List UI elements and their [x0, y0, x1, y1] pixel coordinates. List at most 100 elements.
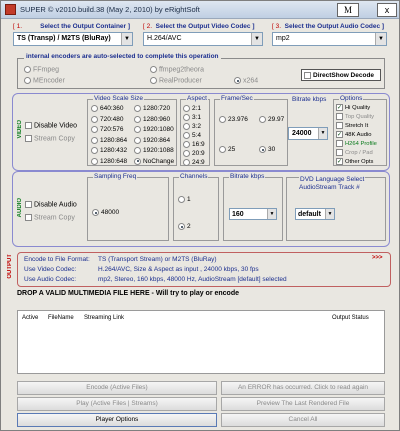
option-label: Top Quality [345, 114, 374, 121]
aspect-option[interactable]: 2:1 [183, 105, 201, 112]
aspect-label: 20:9 [192, 150, 205, 158]
scale-option[interactable]: 1920:1080 [134, 126, 174, 133]
preview-button[interactable]: Preview The Last Rendered File [221, 397, 385, 411]
aspect-option[interactable]: 5:4 [183, 132, 201, 139]
aspect-option[interactable]: 24:9 [183, 159, 205, 166]
audio-codec-value: mp2 [276, 35, 290, 42]
radio-icon [134, 136, 141, 144]
aspect-option[interactable]: 16:9 [183, 141, 205, 148]
column-output-status[interactable]: Output Status [332, 315, 369, 321]
column-filename[interactable]: FileName [48, 315, 74, 321]
option-48k-audio[interactable]: ✓ 48K Audio [336, 131, 371, 138]
column-streaming-link[interactable]: Streaming Link [84, 315, 124, 321]
scale-option[interactable]: 1280:720 [134, 105, 170, 112]
audio-bitrate-select[interactable]: 160 ▼ [229, 208, 277, 220]
scale-option[interactable]: 720:576 [91, 126, 124, 133]
option-h264-profile[interactable]: H264 Profile [336, 140, 377, 147]
directshow-decode-checkbox[interactable]: DirectShow Decode [301, 69, 381, 81]
scale-label: 1280:432 [100, 147, 128, 155]
channel-option[interactable]: 2 [178, 223, 191, 230]
m-button[interactable]: M [337, 3, 359, 17]
audio-track-select[interactable]: default ▼ [295, 208, 335, 220]
close-button[interactable]: x [377, 3, 397, 17]
option-other-opts[interactable]: ✓ Other Opts [336, 158, 373, 165]
scale-option[interactable]: 1280:432 [91, 147, 127, 154]
option-label: Other Opts [345, 159, 374, 166]
container-step-text: Select the Output Container ] [40, 23, 131, 30]
cancel-all-button[interactable]: Cancel All [221, 413, 385, 427]
video-scale-caption: Video Scale Size [93, 95, 145, 102]
chevron-down-icon[interactable]: ▼ [375, 33, 386, 45]
checkbox-icon [304, 72, 311, 79]
encode-button[interactable]: Encode (Active Files) [17, 381, 217, 395]
aspect-label: 2:1 [192, 105, 202, 113]
channel-option[interactable]: 1 [178, 196, 191, 203]
fps-label: 30 [268, 146, 276, 154]
scale-option[interactable]: 640:360 [91, 105, 124, 112]
container-select-value: TS (Transp) / M2TS (BluRay) [17, 35, 111, 42]
checkmark-icon: ✓ [336, 158, 343, 165]
scale-label: 1920:864 [143, 136, 171, 144]
container-select[interactable]: TS (Transp) / M2TS (BluRay) ▼ [13, 32, 133, 46]
disable-video-checkbox[interactable]: Disable Video [25, 122, 77, 129]
radio-icon [259, 116, 266, 123]
scale-label: 720:480 [100, 115, 124, 123]
option-stretch-it[interactable]: Stretch It [336, 122, 368, 129]
radio-icon [91, 136, 98, 144]
output-more-button[interactable]: >>> [372, 255, 383, 261]
scale-option[interactable]: 720:480 [91, 115, 124, 123]
error-message-button[interactable]: An ERROR has occurred. Click to read aga… [221, 381, 385, 395]
audio-stream-copy-checkbox[interactable]: Stream Copy [25, 214, 75, 221]
aspect-option[interactable]: 3:1 [183, 114, 201, 121]
disable-audio-checkbox[interactable]: Disable Audio [25, 201, 77, 208]
scale-option[interactable]: 1920:1088 [134, 147, 174, 154]
title-bar: SUPER © v2010.build.38 (May 2, 2010) by … [1, 1, 399, 19]
option-hi-quality[interactable]: ✓ Hi Quality [336, 104, 370, 111]
option-label: Stretch It [345, 123, 369, 130]
play-button[interactable]: Play (Active Files | Streams) [17, 397, 217, 411]
option-label: Hi Quality [345, 105, 371, 112]
channel-label: 1 [187, 196, 191, 204]
aspect-group: Aspect 2:1 3:1 3:2 5:4 16:9 20:9 24:9 [180, 95, 210, 166]
scale-option[interactable]: 1280:864 [91, 136, 127, 144]
scale-label: 1280:960 [143, 115, 171, 123]
column-active[interactable]: Active [22, 315, 38, 321]
radio-icon [178, 196, 185, 203]
output-audio-label: Use Audio Codec: [24, 276, 77, 283]
radio-icon [134, 126, 141, 133]
chevron-down-icon[interactable]: ▼ [251, 33, 262, 45]
disable-audio-label: Disable Audio [34, 201, 77, 209]
audio-codec-header: [ 3. Select the Output Audio Codec ] [272, 23, 384, 30]
option-crop-pad[interactable]: Crop / Pad [336, 149, 373, 156]
option-top-quality[interactable]: Top Quality [336, 113, 374, 120]
sampling-option[interactable]: 48000 [92, 209, 119, 216]
chevron-down-icon[interactable]: ▼ [121, 33, 132, 45]
output-side-label: OUTPUT [7, 254, 13, 279]
scale-label: 1280:648 [100, 157, 128, 165]
chevron-down-icon[interactable]: ▼ [325, 209, 334, 219]
video-codec-header: [ 2. Select the Output Video Codec ] [143, 23, 255, 30]
fps-option[interactable]: 25 [219, 146, 235, 153]
radio-icon [24, 66, 31, 73]
scale-option[interactable]: 1920:864 [134, 136, 171, 144]
fps-option[interactable]: 29.97 [259, 116, 284, 123]
option-label: H264 Profile [345, 141, 377, 148]
scale-option[interactable]: 1280:960 [134, 115, 171, 123]
fps-option[interactable]: 23.976 [219, 116, 248, 123]
super-window: SUPER © v2010.build.38 (May 2, 2010) by … [0, 0, 400, 431]
fps-option[interactable]: 30 [259, 146, 275, 153]
file-list-table[interactable]: Active FileName Streaming Link Output St… [17, 310, 385, 374]
scale-option[interactable]: NoChange [134, 157, 174, 165]
aspect-option[interactable]: 3:2 [183, 123, 201, 130]
chevron-down-icon[interactable]: ▼ [318, 128, 327, 139]
app-icon [5, 4, 16, 15]
chevron-down-icon[interactable]: ▼ [267, 209, 276, 219]
video-stream-copy-checkbox[interactable]: Stream Copy [25, 135, 75, 142]
audio-codec-select[interactable]: mp2 ▼ [272, 32, 387, 46]
scale-option[interactable]: 1280:648 [91, 157, 128, 165]
video-bitrate-select[interactable]: 24000 ▼ [288, 127, 328, 140]
player-options-button[interactable]: Player Options [17, 413, 217, 427]
video-codec-select[interactable]: H.264/AVC ▼ [143, 32, 263, 46]
aspect-option[interactable]: 20:9 [183, 150, 205, 157]
fps-label: 23.976 [228, 116, 248, 124]
